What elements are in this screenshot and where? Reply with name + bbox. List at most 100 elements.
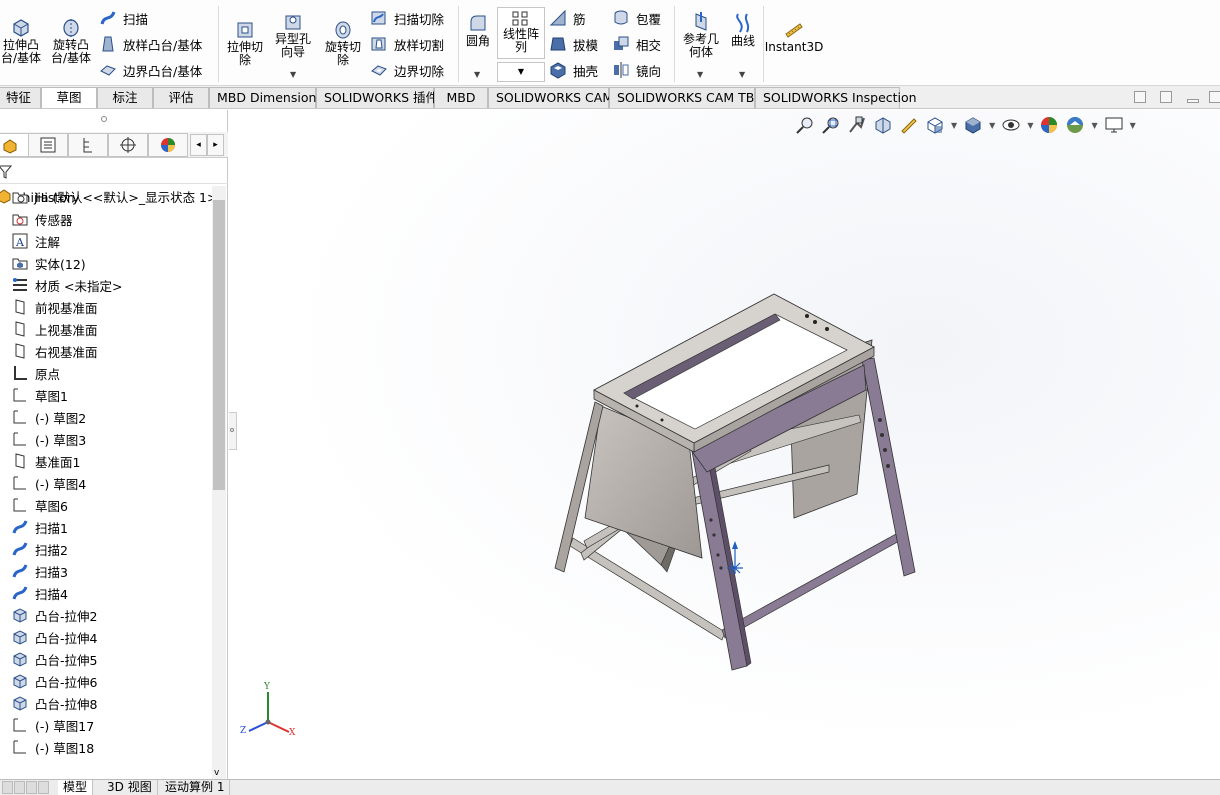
loft-boss-icon [102,36,114,52]
mirror-button[interactable]: 镜向 [612,59,661,81]
graphics-area[interactable]: ▼ ▼ ▼ ▼ ▼ Y X Z [229,110,1220,779]
tree-item[interactable]: 传感器 [0,208,73,230]
tab-sketch[interactable]: 草图 [41,87,97,108]
boundary-cut-label: 边界切除 [394,63,445,79]
tab-motion-study[interactable]: 运动算例 1 [160,780,231,795]
lofted-cut-button[interactable]: 放样切割 [370,33,444,55]
prev-tab-icon[interactable] [14,781,25,794]
tab-features[interactable]: 特征 [0,87,41,108]
tree-item[interactable]: 前视基准面 [0,296,98,318]
tree-item[interactable]: A 注解 [0,230,60,252]
intersect-button[interactable]: 相交 [612,33,661,55]
tabs-scroll-right-icon[interactable]: ▸ [207,134,224,156]
tree-item[interactable]: 凸台-拉伸6 [0,670,97,692]
tab-mbd[interactable]: MBD [434,87,488,108]
extrude-cut-button[interactable]: 拉伸切 除 [222,18,268,67]
tab-solidworks-inspection[interactable]: SOLIDWORKS Inspection [755,87,917,108]
dimxpert-manager-tab[interactable] [108,133,148,157]
boundary-boss-button[interactable]: 边界凸台/基体 [99,59,202,81]
draft-button[interactable]: 拔模 [549,33,598,55]
restore-icon[interactable] [1209,91,1220,103]
sweep-button[interactable]: 扫描 [99,7,148,29]
tree-item[interactable]: (-) 草图2 [0,406,86,428]
tree-item[interactable]: 凸台-拉伸2 [0,604,97,626]
curves-button[interactable]: 曲线 [726,12,760,48]
tab-markup[interactable]: 标注 [97,87,153,108]
model-stand-3d[interactable] [229,110,1220,779]
reference-geometry-dropdown-icon[interactable]: ▼ [697,70,703,79]
intersect-icon [614,36,629,50]
tree-item[interactable]: 原点 [0,362,60,384]
filter-icon[interactable] [0,164,12,180]
tile-left-icon[interactable] [1134,91,1146,103]
tab-solidworks-addins[interactable]: SOLIDWORKS 插件 [316,87,438,108]
display-manager-tab[interactable] [148,133,188,157]
last-tab-icon[interactable] [38,781,49,794]
reference-geometry-button[interactable]: 参考几 何体 [678,10,724,59]
tree-item[interactable]: 材质 <未指定> [0,274,122,296]
rib-button[interactable]: 筋 [549,7,586,29]
tree-item[interactable]: 扫描2 [0,538,68,560]
instant3d-button[interactable]: Instant3D [765,18,823,54]
tree-item[interactable]: History [0,186,79,208]
fillet-dropdown-icon[interactable]: ▼ [474,70,480,79]
fillet-button[interactable]: 圆角 [462,12,494,48]
tree-item[interactable]: (-) 草图4 [0,472,86,494]
tree-item[interactable]: 凸台-拉伸8 [0,692,97,714]
tree-item[interactable]: 基准面1 [0,450,80,472]
tree-item[interactable]: 扫描4 [0,582,68,604]
loft-boss-button[interactable]: 放样凸台/基体 [99,33,202,55]
tree-item[interactable]: (-) 草图18 [0,736,94,758]
tree-item[interactable]: 扫描3 [0,560,68,582]
sketch-icon [13,432,26,446]
reference-triad: Y X Z [239,682,299,744]
annotation-icon: A [12,233,28,249]
swept-cut-button[interactable]: 扫描切除 [370,7,444,29]
linear-pattern-button[interactable]: 线性阵 列 [497,7,545,59]
boundary-cut-button[interactable]: 边界切除 [370,59,444,81]
next-tab-icon[interactable] [26,781,37,794]
configuration-manager-tab[interactable] [68,133,108,157]
revolve-boss-button[interactable]: 旋转凸 台/基体 [48,16,94,65]
curves-dropdown-icon[interactable]: ▼ [739,70,745,79]
tree-item-label: 草图6 [35,498,68,514]
property-manager-tab[interactable] [28,133,68,157]
wrap-button[interactable]: 包覆 [612,7,661,29]
tab-model[interactable]: 模型 [58,780,94,795]
tab-3d-view[interactable]: 3D 视图 [102,780,158,795]
linear-pattern-dropdown-icon[interactable]: ▼ [497,62,545,82]
feature-manager-tab[interactable] [0,133,30,157]
tree-item[interactable]: 草图6 [0,494,68,516]
tree-item[interactable]: (-) 草图3 [0,428,86,450]
tree-item[interactable]: 上视基准面 [0,318,98,340]
first-tab-icon[interactable] [2,781,13,794]
tab-evaluate[interactable]: 评估 [153,87,209,108]
tree-item[interactable]: (-) 草图17 [0,714,94,736]
tab-solidworks-cam[interactable]: SOLIDWORKS CAM [488,87,613,108]
tab-solidworks-cam-tbm[interactable]: SOLIDWORKS CAM TBM [609,87,765,108]
revolve-boss-icon [63,19,79,37]
tree-item-label: 凸台-拉伸4 [35,630,98,646]
feature-tree-icon [3,139,17,154]
minimize-icon[interactable] [1187,99,1199,103]
shell-button[interactable]: 抽壳 [549,59,598,81]
tree-scrollbar-thumb[interactable] [213,200,225,490]
tab-nav-buttons[interactable] [2,781,52,794]
extrude-boss-button[interactable]: 拉伸凸 台/基体 [0,16,42,65]
panel-grip-icon[interactable] [101,116,107,122]
revolve-cut-button[interactable]: 旋转切 除 [320,18,366,67]
tree-item[interactable]: 扫描1 [0,516,68,538]
tabs-scroll-left-icon[interactable]: ◂ [190,134,207,156]
tree-scrollbar[interactable]: v [212,186,226,780]
tile-right-icon[interactable] [1160,91,1172,103]
hole-wizard-dropdown-icon[interactable]: ▼ [290,70,296,79]
tree-item[interactable]: 实体(12) [0,252,86,274]
tree-filter-row[interactable] [0,160,228,184]
scroll-down-icon[interactable]: v [214,768,219,778]
tree-item[interactable]: 凸台-拉伸5 [0,648,97,670]
hole-wizard-button[interactable]: 异型孔 向导 [270,10,316,59]
tree-item[interactable]: 草图1 [0,384,68,406]
tree-item[interactable]: 右视基准面 [0,340,98,362]
tree-item[interactable]: 凸台-拉伸4 [0,626,97,648]
tab-mbd-dimensions[interactable]: MBD Dimensions [209,87,323,108]
